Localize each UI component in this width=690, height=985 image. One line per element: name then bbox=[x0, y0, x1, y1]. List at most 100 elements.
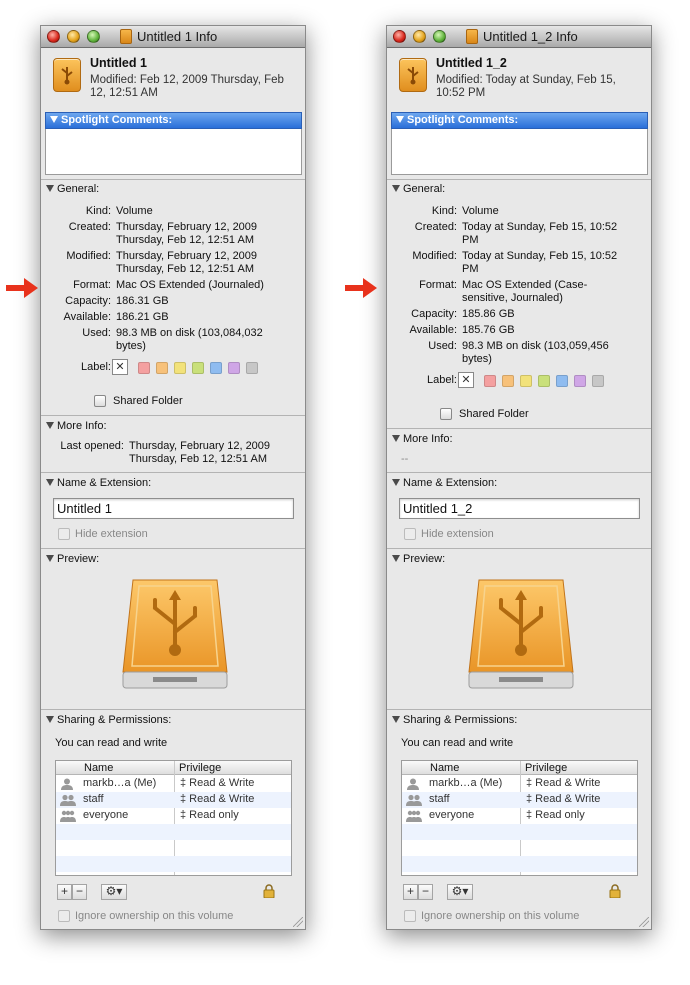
title-bar[interactable]: Untitled 1_2 Info bbox=[387, 26, 651, 48]
privilege-column-header[interactable]: Privilege bbox=[525, 762, 567, 774]
action-menu-button[interactable]: ⚙▾ bbox=[101, 884, 127, 900]
group-icon bbox=[406, 794, 422, 806]
table-row[interactable]: markb…a (Me) ‡ Read & Write bbox=[402, 776, 637, 792]
name-column-header[interactable]: Name bbox=[430, 762, 459, 774]
close-button[interactable] bbox=[47, 30, 60, 43]
no-label-button[interactable]: ✕ bbox=[458, 372, 474, 388]
table-row[interactable]: staff ‡ Read & Write bbox=[402, 792, 637, 808]
preview-section-header[interactable]: Preview: bbox=[392, 553, 445, 565]
sharing-section-header[interactable]: Sharing & Permissions: bbox=[46, 714, 171, 726]
privilege-popup[interactable]: ‡ Read only bbox=[526, 809, 585, 821]
divider bbox=[41, 709, 305, 710]
empty-row bbox=[402, 856, 637, 872]
spotlight-label: Spotlight Comments: bbox=[61, 114, 173, 126]
divider bbox=[41, 472, 305, 473]
available-value: 185.76 GB bbox=[462, 324, 515, 336]
no-label-button[interactable]: ✕ bbox=[112, 359, 128, 375]
hide-extension-checkbox[interactable] bbox=[404, 528, 416, 540]
ignore-ownership-checkbox[interactable] bbox=[404, 910, 416, 922]
sharing-section-header[interactable]: Sharing & Permissions: bbox=[392, 714, 517, 726]
add-user-button[interactable]: + bbox=[403, 884, 418, 900]
label-color-orange[interactable] bbox=[156, 362, 168, 374]
label-color-red[interactable] bbox=[138, 362, 150, 374]
label-color-green[interactable] bbox=[538, 375, 550, 387]
divider bbox=[387, 709, 651, 710]
capacity-value: 185.86 GB bbox=[462, 308, 515, 320]
title-bar[interactable]: Untitled 1 Info bbox=[41, 26, 305, 48]
more-info-heading: More Info: bbox=[403, 433, 453, 445]
privilege-popup[interactable]: ‡ Read & Write bbox=[180, 777, 254, 789]
disclosure-triangle-icon bbox=[392, 434, 400, 442]
red-arrow-icon bbox=[6, 278, 38, 298]
privilege-popup[interactable]: ‡ Read & Write bbox=[526, 793, 600, 805]
zoom-button[interactable] bbox=[87, 30, 100, 43]
available-label: Available: bbox=[63, 311, 112, 323]
available-value: 186.21 GB bbox=[116, 311, 169, 323]
hide-extension-label: Hide extension bbox=[421, 528, 494, 540]
disclosure-triangle-icon bbox=[396, 115, 404, 123]
name-extension-section-header[interactable]: Name & Extension: bbox=[392, 477, 497, 489]
divider bbox=[41, 415, 305, 416]
name-extension-section-header[interactable]: Name & Extension: bbox=[46, 477, 151, 489]
remove-user-button[interactable]: − bbox=[72, 884, 87, 900]
created-label: Created: bbox=[414, 221, 457, 233]
table-row[interactable]: markb…a (Me) ‡ Read & Write bbox=[56, 776, 291, 792]
add-user-button[interactable]: + bbox=[57, 884, 72, 900]
hide-extension-checkbox[interactable] bbox=[58, 528, 70, 540]
window-title: Untitled 1 Info bbox=[137, 29, 218, 44]
label-color-purple[interactable] bbox=[228, 362, 240, 374]
user-icon bbox=[60, 778, 76, 790]
label-color-gray[interactable] bbox=[246, 362, 258, 374]
table-row[interactable]: staff ‡ Read & Write bbox=[56, 792, 291, 808]
minimize-button[interactable] bbox=[413, 30, 426, 43]
last-opened-label: Last opened: bbox=[60, 440, 124, 452]
shared-folder-checkbox[interactable] bbox=[440, 408, 452, 420]
remove-user-button[interactable]: − bbox=[418, 884, 433, 900]
label-color-purple[interactable] bbox=[574, 375, 586, 387]
name-column-header[interactable]: Name bbox=[84, 762, 113, 774]
name-extension-heading: Name & Extension: bbox=[403, 477, 498, 489]
preview-section-header[interactable]: Preview: bbox=[46, 553, 99, 565]
usb-drive-icon bbox=[120, 29, 132, 44]
resize-grip[interactable] bbox=[293, 917, 303, 927]
used-value: 98.3 MB on disk (103,059,456 bytes) bbox=[462, 340, 609, 365]
spotlight-comments-header[interactable]: Spotlight Comments: bbox=[391, 112, 648, 129]
shared-folder-checkbox[interactable] bbox=[94, 395, 106, 407]
disclosure-triangle-icon bbox=[46, 478, 54, 486]
privilege-column-header[interactable]: Privilege bbox=[179, 762, 221, 774]
label-color-gray[interactable] bbox=[592, 375, 604, 387]
zoom-button[interactable] bbox=[433, 30, 446, 43]
ignore-ownership-label: Ignore ownership on this volume bbox=[75, 910, 234, 922]
lock-icon[interactable] bbox=[263, 884, 275, 899]
general-section-header[interactable]: General: bbox=[46, 183, 99, 195]
lock-icon[interactable] bbox=[609, 884, 621, 899]
label-color-green[interactable] bbox=[192, 362, 204, 374]
spotlight-comments-field[interactable] bbox=[391, 129, 648, 175]
permissions-table: Name Privilege markb…a (Me) ‡ Read & Writ… bbox=[401, 760, 638, 876]
label-color-orange[interactable] bbox=[502, 375, 514, 387]
close-button[interactable] bbox=[393, 30, 406, 43]
table-row[interactable]: everyone ‡ Read only bbox=[56, 808, 291, 824]
privilege-popup[interactable]: ‡ Read & Write bbox=[180, 793, 254, 805]
label-color-blue[interactable] bbox=[556, 375, 568, 387]
action-menu-button[interactable]: ⚙▾ bbox=[447, 884, 473, 900]
capacity-label: Capacity: bbox=[411, 308, 457, 320]
label-color-yellow[interactable] bbox=[520, 375, 532, 387]
more-info-section-header[interactable]: More Info: bbox=[392, 433, 453, 445]
label-color-yellow[interactable] bbox=[174, 362, 186, 374]
name-field[interactable]: Untitled 1 bbox=[53, 498, 294, 519]
privilege-popup[interactable]: ‡ Read & Write bbox=[526, 777, 600, 789]
table-row[interactable]: everyone ‡ Read only bbox=[402, 808, 637, 824]
label-color-blue[interactable] bbox=[210, 362, 222, 374]
more-info-section-header[interactable]: More Info: bbox=[46, 420, 107, 432]
privilege-popup[interactable]: ‡ Read only bbox=[180, 809, 239, 821]
spotlight-comments-field[interactable] bbox=[45, 129, 302, 175]
ignore-ownership-label: Ignore ownership on this volume bbox=[421, 910, 580, 922]
general-section-header[interactable]: General: bbox=[392, 183, 445, 195]
minimize-button[interactable] bbox=[67, 30, 80, 43]
label-color-red[interactable] bbox=[484, 375, 496, 387]
spotlight-comments-header[interactable]: Spotlight Comments: bbox=[45, 112, 302, 129]
ignore-ownership-checkbox[interactable] bbox=[58, 910, 70, 922]
name-field[interactable]: Untitled 1_2 bbox=[399, 498, 640, 519]
resize-grip[interactable] bbox=[639, 917, 649, 927]
